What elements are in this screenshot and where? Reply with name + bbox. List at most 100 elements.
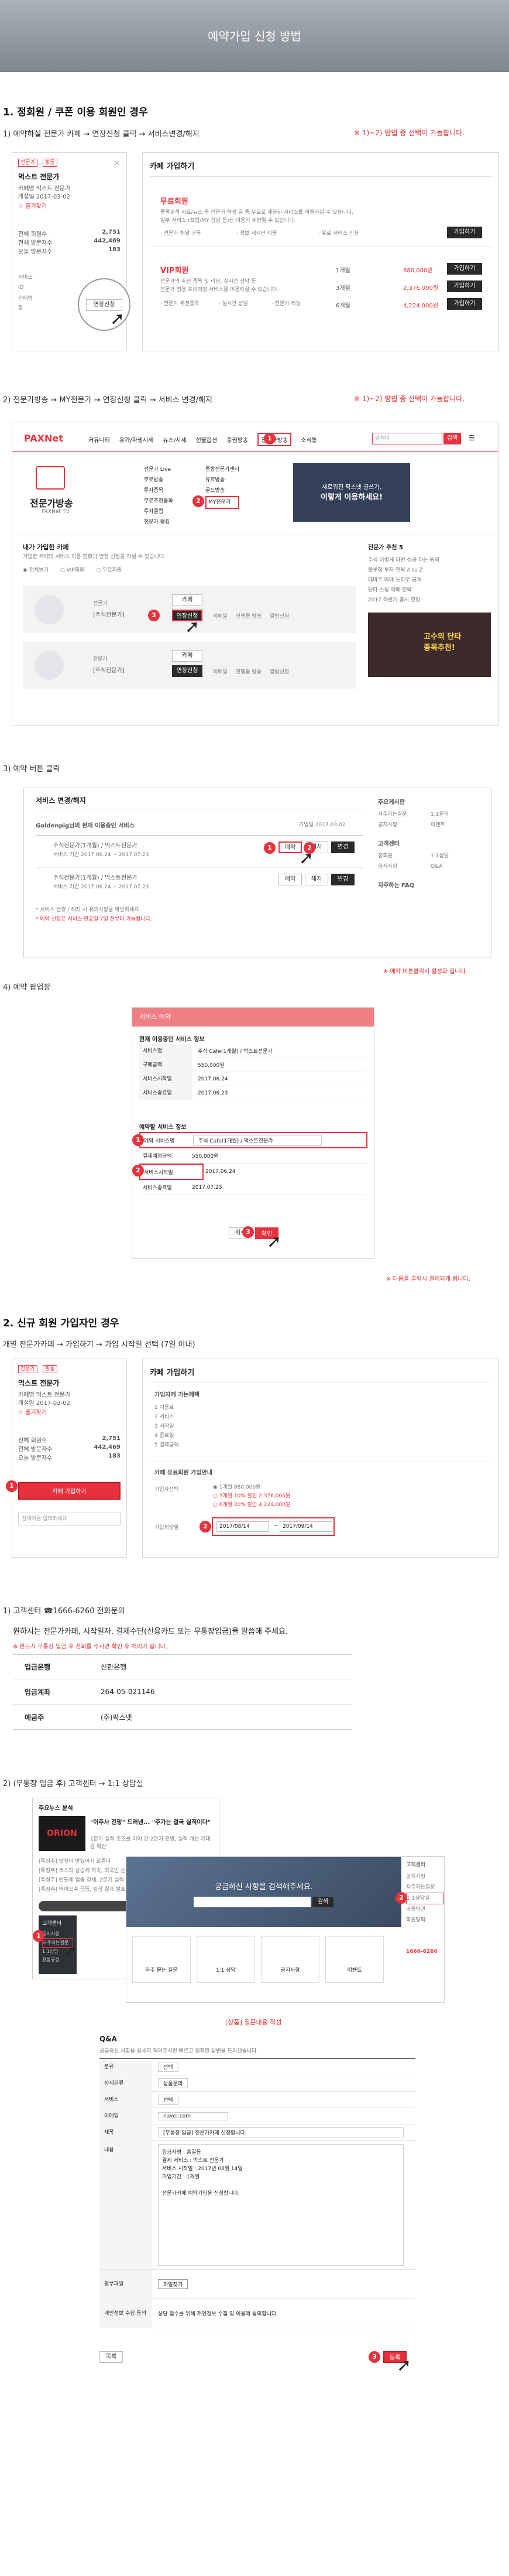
nav-item[interactable]: 소식통 bbox=[301, 435, 317, 446]
renew-button[interactable]: 연장신청 bbox=[172, 665, 202, 677]
side-link[interactable]: 이벤트 bbox=[431, 820, 483, 830]
price-option[interactable]: ○ 3개월 10% 할인 2,376,000원 bbox=[213, 1492, 290, 1501]
cs-menu-item[interactable]: 회원탈퇴 bbox=[406, 1915, 444, 1925]
cs-tile[interactable]: 1:1 상담 bbox=[197, 1936, 255, 1983]
price-option[interactable]: ○ 6개월 20% 할인 4,224,000원 bbox=[213, 1501, 290, 1510]
item-tag[interactable]: 이메일 bbox=[213, 612, 228, 620]
reserve-button[interactable]: 예약 bbox=[278, 874, 302, 885]
qa-subject-input[interactable]: [무통장 입금] 전문가카페 신청합니다. bbox=[158, 2127, 404, 2137]
cs-menu-item[interactable]: 자주하는질문 bbox=[406, 1882, 444, 1893]
submenu-item[interactable]: 무료추천종목 bbox=[144, 496, 173, 507]
nav-item[interactable]: 유가/파생시세 bbox=[119, 435, 154, 446]
side-link[interactable]: 공지사항 bbox=[378, 820, 431, 830]
benefit-item: 4 종료일 bbox=[154, 1433, 174, 1439]
cs-left-item[interactable]: 공지사항 bbox=[42, 1930, 73, 1938]
filter-option[interactable]: ○ VIP회원 bbox=[60, 566, 85, 573]
vip-join-button[interactable]: 가입하기 bbox=[447, 280, 482, 292]
cafe-join-button[interactable]: 카페 가입하기 bbox=[18, 1482, 121, 1500]
info-row-reserve-service[interactable]: 예약 서비스명 주식 Cafe(1개월) / 먹스트전문가 bbox=[139, 1132, 367, 1148]
news-thumbnail[interactable]: ORION bbox=[39, 1816, 85, 1851]
cs-tile[interactable]: 자주 묻는 질문 bbox=[132, 1936, 191, 1983]
nav-item[interactable]: 선물옵션 bbox=[196, 435, 218, 446]
cs-search-button[interactable]: 검색 bbox=[312, 1897, 333, 1907]
nav-item[interactable]: 증권방송 bbox=[226, 435, 248, 446]
news-headline[interactable]: "이주사 전망" 드러낸... "주가는 결국 실적이다" bbox=[90, 1817, 213, 1826]
side-item[interactable]: 2017 하반기 증시 전망 bbox=[368, 596, 491, 605]
free-item-label: 전문가 채널 구독 bbox=[163, 231, 201, 237]
info-row-start-date[interactable]: 서비스시작일 bbox=[139, 1164, 204, 1180]
qa-email-input[interactable]: naver.com bbox=[158, 2112, 228, 2120]
notice-banner[interactable]: 새로워진 팍스넷 글쓰기, 이렇게 이용하세요! bbox=[293, 463, 410, 522]
side-link[interactable]: 1:1상담 bbox=[431, 851, 483, 861]
item-tag[interactable]: 진행중 방송 bbox=[236, 668, 262, 675]
side-item[interactable]: 주식 이렇게 하면 성공 하는 원칙 bbox=[368, 556, 491, 566]
cs-tile[interactable]: 이벤트 bbox=[325, 1936, 384, 1983]
filter-option[interactable]: ◉ 전체보기 bbox=[23, 566, 49, 573]
submenu-item[interactable]: 전문가 랭킹 bbox=[144, 517, 173, 528]
qa-select[interactable]: 선택 bbox=[158, 2095, 178, 2105]
vip-join-button[interactable]: 가입하기 bbox=[447, 298, 482, 310]
side-link[interactable]: 공지사항 bbox=[378, 861, 431, 872]
submenu-item[interactable]: 유료방송 bbox=[205, 475, 239, 485]
cafe-button[interactable]: 카페 bbox=[172, 594, 202, 606]
cafe-button[interactable]: 카페 bbox=[172, 650, 202, 662]
cs-menu-item-qna[interactable]: 1:1상담실 bbox=[406, 1893, 444, 1904]
submenu-item[interactable]: 투자클럽 bbox=[144, 507, 173, 517]
reserve-button[interactable]: 예약 bbox=[278, 841, 302, 853]
change-service-button[interactable]: 변경 bbox=[331, 841, 355, 853]
qa-attach-button[interactable]: 파일찾기 bbox=[158, 2279, 188, 2289]
item-tag[interactable]: 알람신청 bbox=[270, 668, 289, 675]
qa-select[interactable]: 선택 bbox=[158, 2062, 178, 2072]
submenu-item[interactable]: 종합전문가센터 bbox=[205, 464, 239, 475]
qa-select[interactable]: 상품문의 bbox=[158, 2078, 188, 2088]
site-search-input[interactable]: 검색어 bbox=[372, 433, 442, 444]
favorite-link[interactable]: ☆ 즐겨찾기 bbox=[18, 201, 47, 210]
cs-menu-item[interactable]: 이용약관 bbox=[406, 1904, 444, 1915]
submenu-item[interactable]: 전문가 Live bbox=[144, 464, 173, 475]
nav-item[interactable]: 커뮤니티 bbox=[88, 435, 110, 446]
side-item[interactable]: 블루칩 투자 전략 A to Z bbox=[368, 566, 491, 576]
cancel-service-button[interactable]: 해지 bbox=[305, 874, 328, 885]
cs-tile[interactable]: 공지사항 bbox=[261, 1936, 319, 1983]
site-search-button[interactable]: 검색 bbox=[443, 433, 461, 444]
side-link[interactable]: 자주하는질문 bbox=[378, 809, 431, 820]
side-section-title[interactable]: 자주하는 FAQ bbox=[378, 880, 483, 889]
submenu-item[interactable]: 무료방송 bbox=[144, 475, 173, 485]
side-item[interactable]: 테마주 매매 노하우 공개 bbox=[368, 576, 491, 586]
submenu-item[interactable]: 투자종목 bbox=[144, 485, 173, 496]
side-link[interactable]: Q&A bbox=[431, 861, 483, 872]
info-dot-3: 정 bbox=[18, 305, 23, 311]
vip-item: · 전문가 리딩 bbox=[271, 301, 301, 307]
promo-banner[interactable]: 고수의 단타 종목추천! bbox=[368, 613, 491, 677]
submenu-item-my-expert[interactable]: MY전문가 bbox=[205, 496, 239, 509]
date-from-input[interactable]: 2017/08/14 bbox=[216, 1521, 269, 1532]
menu-icon[interactable]: ☰ bbox=[469, 434, 475, 442]
qa-form: 분류 선택 상세분류 상품문의 서비스 선택 이메일 naver.com 제목 [무통장 … bbox=[99, 2058, 415, 2328]
item-tag[interactable]: 알람신청 bbox=[270, 612, 289, 620]
qa-body-textarea[interactable]: 입금자명 : 홍길동 결제 서비스 : 먹스트 전문가 서비스 시작일 : 20… bbox=[158, 2144, 404, 2266]
cs-search-input[interactable] bbox=[194, 1897, 311, 1907]
item-tag[interactable]: 이메일 bbox=[213, 668, 228, 675]
cafe-search-input[interactable]: 검색어를 입력하세요 bbox=[18, 1513, 121, 1525]
qa-list-button[interactable]: 목록 bbox=[99, 2351, 123, 2363]
reserve-service-select[interactable]: 주식 Cafe(1개월) / 먹스트전문가 bbox=[193, 1134, 322, 1146]
side-item[interactable]: 단타 스윙 매매 전략 bbox=[368, 586, 491, 596]
paxnet-logo[interactable]: PAXNet bbox=[24, 433, 63, 444]
favorite-link[interactable]: ☆ 즐겨찾기 bbox=[18, 1407, 47, 1416]
popup-title: 서비스 예약 bbox=[132, 1008, 374, 1027]
cs-menu-item[interactable]: 공지사항 bbox=[406, 1872, 444, 1882]
vip-join-button[interactable]: 가입하기 bbox=[447, 263, 482, 275]
qa-key: 이메일 bbox=[99, 2108, 152, 2125]
filter-option[interactable]: ○ 무료회원 bbox=[96, 566, 122, 573]
close-icon[interactable]: × bbox=[114, 159, 121, 168]
side-link[interactable]: 정회원 bbox=[378, 851, 431, 861]
item-tag[interactable]: 진행중 방송 bbox=[236, 612, 262, 620]
submenu-item[interactable]: 골드방송 bbox=[205, 485, 239, 496]
start-date-value[interactable]: 2017.06.24 bbox=[205, 1169, 236, 1175]
free-join-button[interactable]: 가입하기 bbox=[447, 227, 482, 238]
nav-item[interactable]: 뉴스/시세 bbox=[163, 435, 186, 446]
side-link[interactable]: 1:1문의 bbox=[431, 809, 483, 820]
change-service-button[interactable]: 변경 bbox=[331, 874, 355, 885]
date-to-input[interactable]: 2017/09/14 bbox=[280, 1521, 332, 1532]
price-option[interactable]: ◉ 1개월 880,000원 bbox=[213, 1483, 290, 1492]
